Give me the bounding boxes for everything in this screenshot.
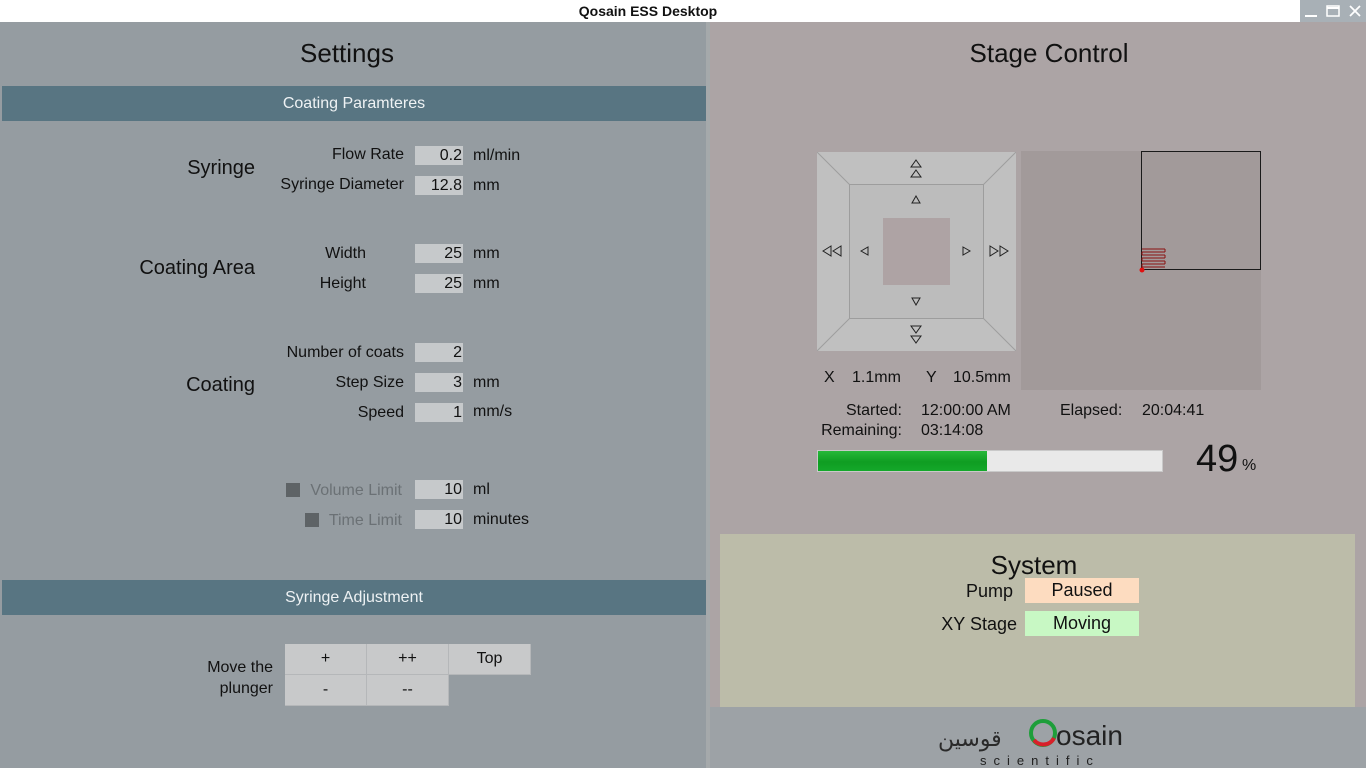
up-button[interactable] [906, 190, 926, 210]
step-size-unit: mm [473, 374, 500, 391]
speed-label: Speed [357, 404, 404, 421]
time-limit-checkbox[interactable] [305, 513, 319, 527]
left-icon [860, 246, 869, 256]
x-value: 1.1mm [852, 369, 901, 386]
syringe-adjustment-band: Syringe Adjustment [2, 580, 706, 615]
percent-sign: % [1242, 457, 1257, 474]
y-value: 10.5mm [953, 369, 1011, 386]
close-icon [1349, 5, 1361, 17]
syringe-group-label: Syringe [187, 157, 255, 179]
width-label: Width [325, 245, 366, 262]
up-fast-button[interactable] [906, 158, 926, 180]
right-button[interactable] [956, 241, 976, 261]
speed-field[interactable]: 1 [415, 403, 463, 422]
close-button[interactable] [1344, 0, 1366, 22]
plunger-top-button[interactable]: Top [449, 644, 531, 675]
stage-control-heading: Stage Control [969, 38, 1129, 68]
elapsed-value: 20:04:41 [1142, 402, 1205, 419]
right-fast-icon [989, 245, 1009, 257]
down-fast-icon [910, 325, 922, 344]
settings-heading: Settings [300, 38, 394, 68]
logo-subtext: scientific [980, 753, 1100, 768]
down-fast-button[interactable] [906, 323, 926, 345]
title-bar: Qosain ESS Desktop [0, 0, 1366, 22]
height-label: Height [319, 275, 366, 292]
flow-rate-field[interactable]: 0.2 [415, 146, 463, 165]
step-size-label: Step Size [335, 374, 404, 391]
flow-rate-unit: ml/min [473, 147, 521, 164]
progress-bar [817, 450, 1163, 472]
remaining-value: 03:14:08 [921, 422, 984, 439]
step-size-field[interactable]: 3 [415, 373, 463, 392]
xy-stage-label: XY Stage [941, 614, 1017, 634]
width-unit: mm [473, 245, 500, 262]
plunger-label: Move the plunger [180, 657, 273, 699]
syringe-diameter-label: Syringe Diameter [280, 176, 404, 193]
y-label: Y [926, 369, 937, 386]
plunger-minus-minus-button[interactable]: -- [367, 675, 449, 706]
volume-limit-unit: ml [473, 481, 490, 498]
down-button[interactable] [906, 291, 926, 311]
panel-divider [706, 22, 710, 768]
jog-pad [817, 152, 1016, 351]
pump-label: Pump [965, 581, 1013, 601]
coats-field[interactable]: 2 [415, 343, 463, 362]
right-icon [962, 246, 971, 256]
plunger-label-line2: plunger [219, 680, 273, 697]
qosain-logo-graphic: قوسین osain scientific [938, 719, 1123, 768]
volume-limit-checkbox[interactable] [286, 483, 300, 497]
minimize-icon [1305, 15, 1317, 17]
time-limit-field[interactable]: 10 [415, 510, 463, 529]
volume-limit-label: Volume Limit [310, 482, 402, 499]
left-fast-button[interactable] [821, 241, 845, 261]
elapsed-label: Elapsed: [1060, 402, 1123, 419]
x-label: X [824, 369, 835, 386]
coating-path-trace [1139, 248, 1166, 273]
maximize-button[interactable] [1322, 0, 1344, 22]
system-heading: System [990, 550, 1078, 580]
started-label: Started: [845, 402, 902, 419]
coating-area-group-label: Coating Area [139, 257, 255, 279]
plunger-plus-button[interactable]: + [285, 644, 367, 675]
xy-stage-status-badge: Moving [1025, 611, 1139, 636]
right-fast-button[interactable] [987, 241, 1011, 261]
remaining-label: Remaining: [821, 422, 902, 439]
plunger-minus-button[interactable]: - [285, 675, 367, 706]
speed-unit: mm/s [473, 403, 513, 420]
time-limit-label: Time Limit [328, 512, 402, 529]
height-field[interactable]: 25 [415, 274, 463, 293]
plunger-label-line1: Move the [207, 659, 273, 676]
pump-status-badge: Paused [1025, 578, 1139, 603]
started-value: 12:00:00 AM [921, 402, 1011, 419]
left-fast-icon [822, 245, 842, 257]
plunger-plus-plus-button[interactable]: ++ [367, 644, 449, 675]
syringe-diameter-field[interactable]: 12.8 [415, 176, 463, 195]
up-fast-icon [910, 159, 922, 178]
coats-label: Number of coats [286, 344, 404, 361]
flow-rate-label: Flow Rate [331, 146, 404, 163]
up-icon [911, 195, 921, 204]
height-unit: mm [473, 275, 500, 292]
volume-limit-field[interactable]: 10 [415, 480, 463, 499]
minimize-button[interactable] [1300, 0, 1322, 22]
width-field[interactable]: 25 [415, 244, 463, 263]
progress-fill [818, 451, 987, 471]
time-limit-unit: minutes [473, 511, 530, 528]
window-title: Qosain ESS Desktop [578, 3, 718, 19]
left-button[interactable] [855, 241, 875, 261]
logo-text: osain [1056, 720, 1123, 751]
coating-params-band: Coating Paramteres [2, 86, 706, 121]
down-icon [911, 297, 921, 306]
syringe-diameter-unit: mm [473, 177, 500, 194]
coating-group-label: Coating [186, 374, 255, 396]
jog-center [883, 218, 950, 285]
stage-position-marker [1139, 267, 1145, 273]
qosain-logo: قوسین osain scientific [930, 712, 1150, 768]
logo-arabic-text: قوسین [938, 727, 1002, 752]
progress-percent: 49 [1196, 438, 1239, 480]
stage-position-canvas [1021, 151, 1261, 390]
maximize-icon [1326, 5, 1340, 17]
